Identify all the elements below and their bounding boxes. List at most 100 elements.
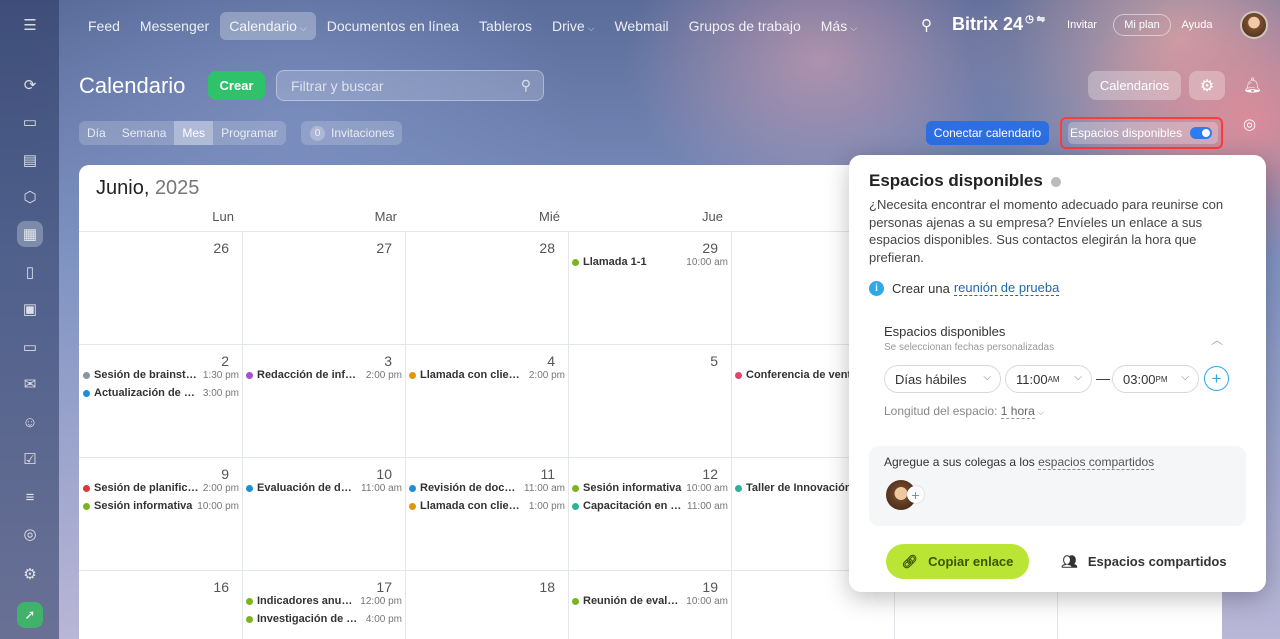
filter-search-input[interactable]: Filtrar y buscar ⚲: [276, 70, 544, 101]
calendars-button[interactable]: Calendarios: [1088, 71, 1181, 100]
search-icon[interactable]: ⚲: [521, 77, 531, 94]
nav-mas-label: Más: [820, 18, 848, 34]
day-number[interactable]: 27: [242, 240, 392, 256]
info-icon: i: [869, 280, 884, 296]
day-number[interactable]: 9: [79, 466, 229, 482]
search-icon[interactable]: ⚲: [921, 16, 932, 34]
day-number[interactable]: 17: [242, 579, 392, 595]
nav-grupos[interactable]: Grupos de trabajo: [680, 12, 810, 40]
tab-week[interactable]: Semana: [114, 121, 175, 145]
checklist-icon[interactable]: ☑: [17, 446, 43, 472]
day-number[interactable]: 3: [242, 353, 392, 369]
day-number[interactable]: 4: [405, 353, 555, 369]
chevron-down-icon: ⌵: [1074, 372, 1082, 383]
day-number[interactable]: 26: [79, 240, 229, 256]
my-plan-button[interactable]: Mi plan: [1113, 14, 1171, 36]
groups-icon[interactable]: ☺: [17, 409, 43, 435]
calendar-event[interactable]: Capacitación en línea11:00 am: [572, 500, 728, 512]
shared-spaces-link[interactable]: espacios compartidos: [1038, 455, 1155, 470]
menu-icon[interactable]: ☰: [17, 12, 43, 38]
mail-icon[interactable]: ✉: [17, 371, 43, 397]
board-icon[interactable]: ▣: [17, 296, 43, 322]
nav-tableros[interactable]: Tableros: [470, 12, 541, 40]
nav-drive[interactable]: Drive ⌵: [543, 12, 604, 40]
test-meeting-link[interactable]: reunión de prueba: [953, 280, 1060, 296]
tab-day[interactable]: Día: [79, 121, 114, 145]
nav-messenger[interactable]: Messenger: [131, 12, 218, 40]
connect-calendar-button[interactable]: Conectar calendario: [926, 121, 1049, 145]
chat-icon[interactable]: ▭: [17, 109, 43, 135]
day-number[interactable]: 5: [568, 353, 718, 369]
calendar-event[interactable]: Investigación de mercado4:00 pm: [246, 613, 402, 625]
slot-length-value[interactable]: 1 hora: [1000, 404, 1035, 419]
invitations-label: Invitaciones: [331, 126, 395, 140]
gear-icon[interactable]: ⚙: [1189, 71, 1225, 100]
day-number[interactable]: 12: [568, 466, 718, 482]
toggle-switch[interactable]: [1190, 127, 1213, 139]
invitations-button[interactable]: 0 Invitaciones: [301, 121, 402, 145]
invite-button[interactable]: Invitar: [1063, 14, 1101, 36]
calendar-event[interactable]: Sesión de brainstorming1:30 pm: [83, 369, 239, 381]
available-slots-toggle[interactable]: Espacios disponibles: [1068, 122, 1218, 144]
help-button[interactable]: Ayuda: [1178, 14, 1216, 36]
user-avatar[interactable]: [1240, 11, 1268, 39]
year: 2025: [154, 177, 200, 199]
available-slots-popup: Espacios disponibles ¿Necesita encontrar…: [849, 155, 1266, 592]
bell-icon[interactable]: 🔔︎: [1243, 76, 1262, 94]
day-number[interactable]: 10: [242, 466, 392, 482]
calendar-event[interactable]: Redacción de informe 2:00 pm: [246, 369, 402, 381]
document-icon[interactable]: ▯: [17, 259, 43, 285]
available-slots-toggle-highlight[interactable]: Espacios disponibles: [1060, 117, 1223, 149]
event-color-dot: [246, 484, 253, 492]
calendar-event[interactable]: Llamada con cliente 1:00 pm: [409, 500, 565, 512]
calendar-event[interactable]: Llamada 1-1 10:00 am: [572, 256, 728, 268]
nav-calendario[interactable]: Calendario ⌵: [220, 12, 316, 40]
drive-icon[interactable]: ▭: [17, 334, 43, 360]
calendar-event[interactable]: Sesión informativa 10:00 am: [572, 482, 728, 494]
chevron-up-icon[interactable]: ︿: [1211, 331, 1223, 348]
add-colleague-button[interactable]: +: [907, 486, 924, 503]
event-title: Sesión informativa: [94, 500, 193, 512]
days-select[interactable]: Días hábiles ⌵: [884, 365, 1001, 393]
tab-schedule[interactable]: Programar: [213, 121, 286, 145]
nav-mas[interactable]: Más ⌵: [812, 12, 866, 40]
calendar-event[interactable]: Sesión de planificación2:00 pm: [83, 482, 239, 494]
tab-month[interactable]: Mes: [174, 121, 214, 145]
day-number[interactable]: 19: [568, 579, 718, 595]
filter-stack-icon[interactable]: ≡: [17, 484, 43, 510]
from-time-select[interactable]: 11:00 AM ⌵: [1005, 365, 1092, 393]
event-time: 11:00 am: [687, 500, 728, 512]
day-number[interactable]: 18: [405, 579, 555, 595]
calendar-event[interactable]: Actualización de estado3:00 pm: [83, 387, 239, 399]
to-time-select[interactable]: 03:00 PM ⌵: [1112, 365, 1199, 393]
nav-webmail[interactable]: Webmail: [605, 12, 677, 40]
shared-spaces-button[interactable]: 👥︎ Espacios compartidos: [1059, 544, 1229, 579]
copy-link-button[interactable]: 🔗︎ Copiar enlace: [886, 544, 1029, 579]
day-number[interactable]: 16: [79, 579, 229, 595]
event-color-dot: [735, 484, 742, 492]
day-number[interactable]: 11: [405, 466, 555, 482]
robot-icon[interactable]: ◎: [17, 521, 43, 547]
nav-feed[interactable]: Feed: [79, 12, 129, 40]
calendar-event[interactable]: Revisión de documentos11:00 am: [409, 482, 565, 494]
rocket-icon[interactable]: ➚: [17, 602, 43, 628]
settings-icon[interactable]: ⚙: [17, 561, 43, 587]
nav-documentos[interactable]: Documentos en línea: [318, 12, 468, 40]
spiral-icon[interactable]: ◎: [1243, 115, 1256, 133]
calendar-event[interactable]: Sesión informativa 10:00 pm: [83, 500, 239, 512]
add-range-button[interactable]: +: [1204, 366, 1229, 391]
chevron-down-icon: ⌵: [299, 23, 307, 33]
calendar-icon[interactable]: ▦: [17, 221, 43, 247]
help-icon[interactable]: [1050, 176, 1061, 187]
hexagon-icon[interactable]: ⬡: [17, 184, 43, 210]
day-number[interactable]: 2: [79, 353, 229, 369]
calendar-event[interactable]: Evaluación de desempeño11:00 am: [246, 482, 402, 494]
feed-icon[interactable]: ⟳: [17, 72, 43, 98]
calendar-event[interactable]: Reunión de evaluación 10:00 am: [572, 595, 728, 607]
tasks-icon[interactable]: ▤: [17, 147, 43, 173]
calendar-event[interactable]: Indicadores anuales 12:00 pm: [246, 595, 402, 607]
day-number[interactable]: 29: [568, 240, 718, 256]
create-button[interactable]: Crear: [208, 71, 265, 100]
day-number[interactable]: 28: [405, 240, 555, 256]
calendar-event[interactable]: Llamada con cliente 2:00 pm: [409, 369, 565, 381]
